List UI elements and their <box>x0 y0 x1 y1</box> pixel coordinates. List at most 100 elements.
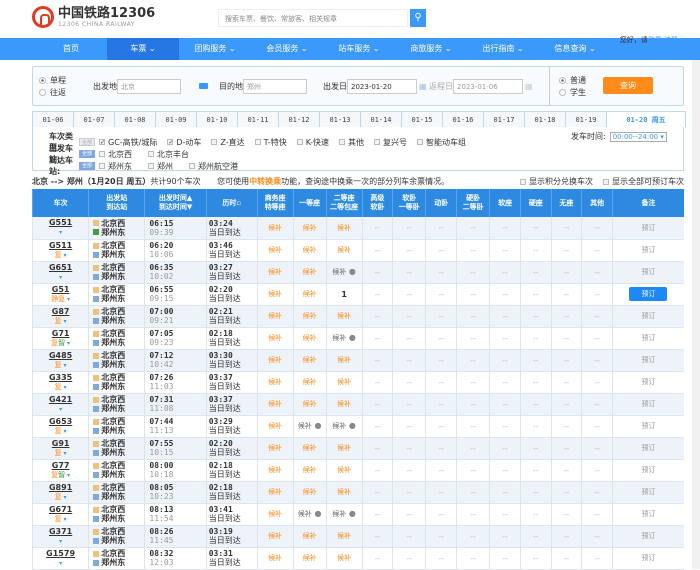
book-button[interactable]: 预订 <box>641 356 655 364</box>
station-checkbox[interactable]: 郑州航空港 <box>189 161 238 172</box>
date-tab[interactable]: 01-19 <box>565 111 606 128</box>
seat-cell[interactable]: 候补 <box>326 525 362 547</box>
register-link[interactable]: 注册 <box>664 36 678 44</box>
seat-cell[interactable]: 候补 <box>293 481 326 503</box>
book-button[interactable]: 预订 <box>641 466 655 474</box>
seat-cell[interactable]: 候补 <box>326 239 362 261</box>
date-tab[interactable]: 01-13 <box>319 111 360 128</box>
seat-cell[interactable]: 候补 <box>257 547 293 569</box>
calendar-icon[interactable]: ▦ <box>419 82 427 91</box>
seat-cell[interactable]: 候补 <box>293 437 326 459</box>
seat-cell[interactable]: 候补 <box>326 393 362 415</box>
transfer-link[interactable]: 中转换乘 <box>249 177 281 186</box>
expand-stops-icon[interactable]: ▾ <box>59 274 62 281</box>
expand-stops-icon[interactable]: ▾ <box>62 494 67 501</box>
expand-stops-icon[interactable]: ▾ <box>59 406 62 413</box>
calendar-icon[interactable]: ▦ <box>525 82 533 91</box>
expand-stops-icon[interactable]: ▾ <box>65 296 70 303</box>
nav-item[interactable]: 出行指南 ⌄ <box>467 38 539 60</box>
train-number-link[interactable]: G651 <box>49 263 72 272</box>
date-tab[interactable]: 01-10 <box>196 111 237 128</box>
seat-cell[interactable]: 候补 ● <box>293 415 326 437</box>
seat-cell[interactable]: 候补 <box>257 327 293 349</box>
book-button[interactable]: 预订 <box>641 554 655 562</box>
expand-stops-icon[interactable]: ▾ <box>59 560 62 567</box>
seat-cell[interactable]: 候补 <box>326 547 362 569</box>
seat-cell[interactable]: 候补 <box>257 305 293 327</box>
date-tab[interactable]: 01-18 <box>524 111 565 128</box>
train-type-checkbox[interactable]: K-快速 <box>297 137 329 148</box>
site-search-input[interactable]: 搜索车票、餐饮、常旅客、相关规章 <box>218 9 408 27</box>
expand-stops-icon[interactable]: ▾ <box>62 384 67 391</box>
search-button[interactable]: 查询 <box>603 77 653 94</box>
date-tab[interactable]: 01-17 <box>483 111 524 128</box>
date-tab[interactable]: 01-06 <box>32 111 73 128</box>
nav-item[interactable]: 会员服务 ⌄ <box>251 38 323 60</box>
expand-stops-icon[interactable]: ▾ <box>62 318 67 325</box>
book-button[interactable]: 预订 <box>641 444 655 452</box>
seat-cell[interactable]: 候补 <box>326 305 362 327</box>
seat-cell[interactable]: 候补 <box>293 459 326 481</box>
train-number-link[interactable]: G87 <box>52 307 70 316</box>
expand-stops-icon[interactable]: ▾ <box>59 229 62 236</box>
from-input[interactable] <box>117 79 181 94</box>
seat-cell[interactable]: 候补 <box>293 261 326 283</box>
date-tab[interactable]: 01-09 <box>155 111 196 128</box>
seat-cell[interactable]: 候补 <box>257 481 293 503</box>
seat-cell[interactable]: 候补 <box>326 481 362 503</box>
book-button[interactable]: 预订 <box>629 287 667 301</box>
date-tab[interactable]: 01-07 <box>73 111 114 128</box>
train-number-link[interactable]: G91 <box>52 439 70 448</box>
train-number-link[interactable]: G51 <box>52 285 70 294</box>
seat-cell[interactable]: 候补 <box>293 217 326 239</box>
seat-cell[interactable]: 候补 <box>257 437 293 459</box>
seat-cell[interactable]: 1 <box>326 283 362 305</box>
expand-stops-icon[interactable]: ▾ <box>62 450 67 457</box>
passenger-adult-radio[interactable]: 普通 <box>559 74 586 86</box>
seat-cell[interactable]: 候补 <box>293 283 326 305</box>
seat-cell[interactable]: 候补 <box>257 239 293 261</box>
train-type-checkbox[interactable]: Z-直达 <box>211 137 244 148</box>
book-button[interactable]: 预订 <box>641 400 655 408</box>
trip-return-radio[interactable]: 往返 <box>39 86 66 98</box>
train-number-link[interactable]: G551 <box>49 218 72 227</box>
station-checkbox[interactable]: 郑州 <box>148 161 173 172</box>
seat-cell[interactable]: 候补 <box>257 371 293 393</box>
seat-cell[interactable]: 候补 ● <box>293 503 326 525</box>
search-icon[interactable]: ⚲ <box>410 9 426 27</box>
expand-stops-icon[interactable]: ▾ <box>65 472 70 479</box>
show-all-checkbox[interactable]: 显示全部可预订车次 <box>603 176 684 187</box>
book-button[interactable]: 预订 <box>641 422 655 430</box>
date-tab[interactable]: 01-08 <box>114 111 155 128</box>
date-tab[interactable]: 01-14 <box>360 111 401 128</box>
train-number-link[interactable]: G77 <box>52 461 70 470</box>
seat-cell[interactable]: 候补 <box>293 525 326 547</box>
seat-cell[interactable]: 候补 <box>257 415 293 437</box>
date-input[interactable] <box>347 79 417 94</box>
book-button[interactable]: 预订 <box>641 488 655 496</box>
seat-cell[interactable]: 候补 <box>293 371 326 393</box>
date-tab[interactable]: 01-20 周五 <box>606 111 686 128</box>
expand-stops-icon[interactable]: ▾ <box>62 252 67 259</box>
depart-time-select[interactable]: 00:00--24:00 ▾ <box>610 132 667 142</box>
expand-stops-icon[interactable]: ▾ <box>65 340 70 347</box>
expand-stops-icon[interactable]: ▾ <box>62 362 67 369</box>
seat-cell[interactable]: 候补 <box>257 217 293 239</box>
seat-cell[interactable]: 候补 <box>326 437 362 459</box>
train-number-link[interactable]: G671 <box>49 505 72 514</box>
train-type-checkbox[interactable]: 其他 <box>339 137 364 148</box>
nav-item[interactable]: 商旅服务 ⌄ <box>395 38 467 60</box>
seat-cell[interactable]: 候补 ● <box>326 327 362 349</box>
logo[interactable]: 中国铁路12306 12306 CHINA RAILWAY <box>32 6 155 28</box>
date-tab[interactable]: 01-12 <box>278 111 319 128</box>
swap-icon[interactable] <box>199 83 208 89</box>
train-type-checkbox[interactable]: 复兴号 <box>374 137 407 148</box>
seat-cell[interactable]: 候补 ● <box>326 261 362 283</box>
show-points-checkbox[interactable]: 显示积分兑换车次 <box>520 176 593 187</box>
seat-cell[interactable]: 候补 <box>326 349 362 371</box>
nav-item[interactable]: 首页 <box>35 38 107 60</box>
book-button[interactable]: 预订 <box>641 378 655 386</box>
book-button[interactable]: 预订 <box>641 224 655 232</box>
nav-item[interactable]: 车票 ⌄ <box>107 38 179 60</box>
expand-stops-icon[interactable]: ▾ <box>62 428 67 435</box>
